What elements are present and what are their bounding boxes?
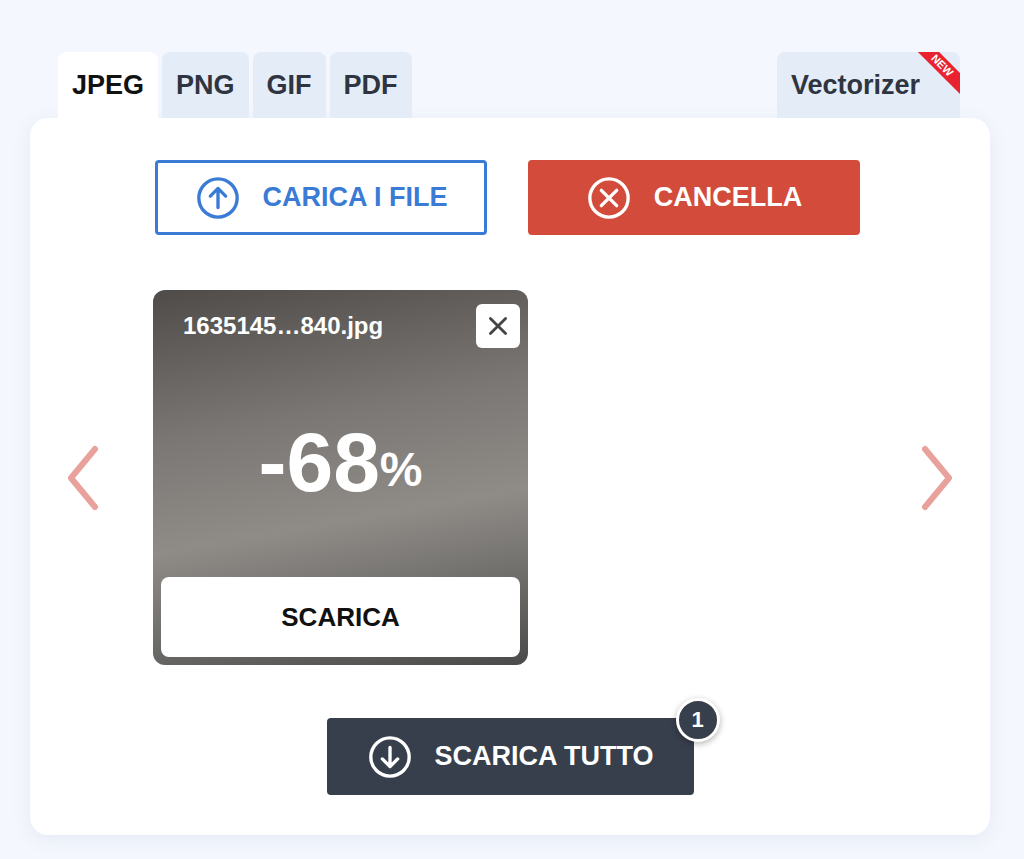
compression-saving: -68% <box>161 348 520 577</box>
cancel-circle-icon <box>586 175 632 221</box>
file-card: 1635145…840.jpg -68%SCARICA <box>153 290 528 665</box>
chevron-left-icon <box>63 443 103 513</box>
compressor-page: JPEGPNGGIFPDFVectorizerNEWCARICA I FILEC… <box>0 0 1024 859</box>
close-x-icon <box>485 313 511 339</box>
file-carousel: 1635145…840.jpg -68%SCARICA <box>30 290 990 665</box>
clear-button[interactable]: CANCELLA <box>528 160 860 235</box>
remove-file-button[interactable] <box>476 304 520 348</box>
file-name: 1635145…840.jpg <box>183 312 383 340</box>
format-tab[interactable]: JPEG <box>58 52 158 118</box>
previous-button[interactable] <box>58 443 108 513</box>
new-ribbon: NEW <box>916 52 960 96</box>
download-arrow-icon <box>367 734 413 780</box>
format-tab[interactable]: PNG <box>162 52 249 118</box>
chevron-right-icon <box>917 443 957 513</box>
next-button[interactable] <box>912 443 962 513</box>
format-tab[interactable]: PDF <box>330 52 412 118</box>
format-tab[interactable]: GIF <box>253 52 326 118</box>
actions-row: CARICA I FILE CANCELLA <box>30 160 990 235</box>
format-tabs: JPEGPNGGIFPDF VectorizerNEW <box>30 52 990 118</box>
download-button[interactable]: SCARICA <box>161 577 520 657</box>
main-panel: CARICA I FILE CANCELLA 1635145…840.jpg -68%… <box>30 118 990 835</box>
upload-button[interactable]: CARICA I FILE <box>155 160 487 235</box>
vectorizer-tab[interactable]: VectorizerNEW <box>777 52 960 118</box>
upload-arrow-icon <box>195 175 241 221</box>
download-all-button[interactable]: SCARICA TUTTO1 <box>327 718 694 795</box>
file-track: 1635145…840.jpg -68%SCARICA <box>153 290 867 665</box>
file-count-badge: 1 <box>676 698 720 742</box>
